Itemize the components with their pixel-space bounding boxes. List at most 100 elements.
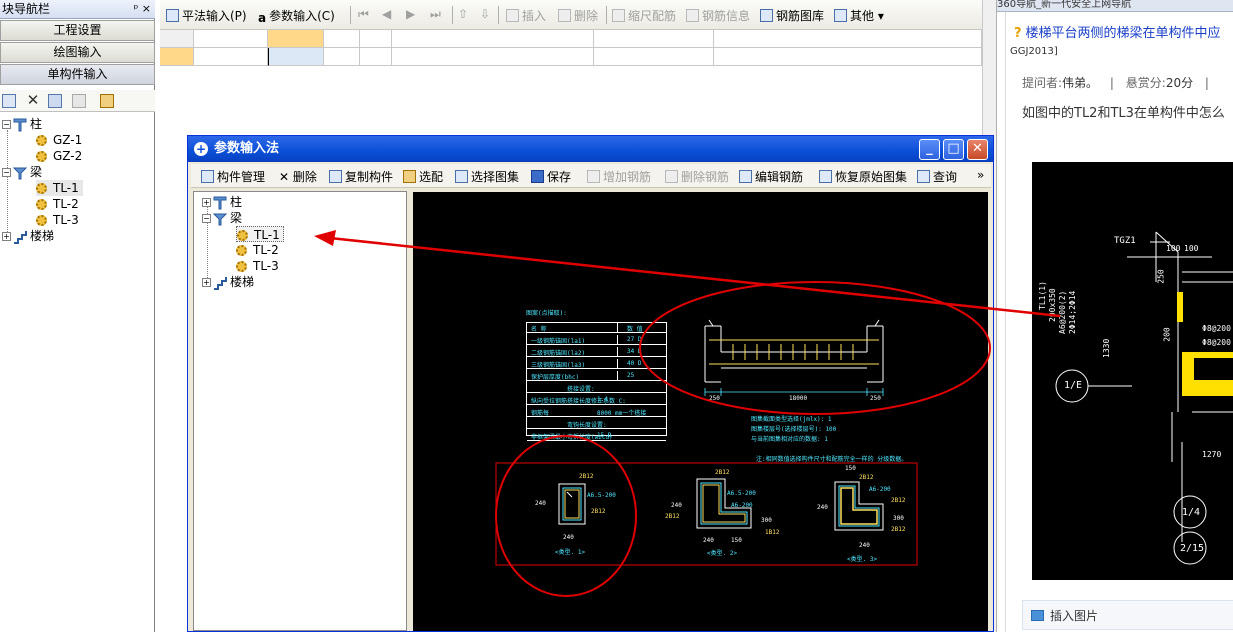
- param-input-icon: a: [258, 11, 267, 25]
- cad-drawing-canvas[interactable]: 图案(点描取): 名 称数 值一级钢筋锚固(la1) 27 D 二级钢筋锚固(la2…: [413, 192, 988, 631]
- cad-note-1: 图集截面类型选择(jmlx): 1: [751, 416, 832, 423]
- dialog-tree-node-stair[interactable]: + 楼梯: [202, 274, 254, 290]
- cad-label-phi8-b: Φ8@200: [1202, 338, 1231, 347]
- param-input-button[interactable]: a 参数输入(C): [258, 7, 335, 25]
- dialog-app-icon: +: [194, 142, 208, 156]
- insert-icon: [506, 9, 519, 22]
- single-component-input-button[interactable]: 单构件输入: [0, 64, 155, 85]
- grid-cell[interactable]: [392, 30, 594, 48]
- tree-item-gz1[interactable]: GZ-1: [36, 132, 82, 148]
- grid-cell[interactable]: [360, 30, 392, 48]
- cad-label-phi8-a: Φ8@200: [1202, 324, 1231, 333]
- grid-cell[interactable]: [194, 48, 268, 66]
- dialog-tree-node-beam[interactable]: − 梁: [202, 210, 242, 226]
- other-menu-button[interactable]: 其他 ▾: [834, 7, 884, 24]
- beam-dim-span: 18000: [789, 395, 808, 402]
- sec3-top-rebar: 2B12: [859, 474, 874, 481]
- grid-cell[interactable]: [594, 30, 714, 48]
- sec2-stirrup-2: A6-200: [731, 502, 753, 509]
- grid-cell[interactable]: [324, 48, 360, 66]
- paste-disabled-icon: [72, 94, 86, 108]
- drawing-input-button[interactable]: 绘图输入: [0, 42, 155, 63]
- rebar-library-button[interactable]: 钢筋图库: [760, 7, 824, 24]
- delete-button: 删除: [558, 7, 598, 24]
- sec3-width: 240: [859, 542, 870, 549]
- save-button[interactable]: 保存: [531, 168, 571, 185]
- restore-atlas-button[interactable]: 恢复原始图集: [819, 168, 907, 185]
- tree-item-tl1[interactable]: TL-1: [36, 180, 83, 196]
- paste-icon[interactable]: [100, 94, 114, 108]
- next-record-icon: ▶: [406, 7, 416, 21]
- dialog-title-bar[interactable]: 参数输入法: [188, 136, 993, 162]
- navigation-panel: 块导航栏 ᵖ × 工程设置 绘图输入 单构件输入 ✕ − 柱 GZ-1 GZ-2 …: [0, 0, 155, 632]
- nav-toolbar: ✕: [0, 90, 155, 112]
- beam-dim-left: 250: [709, 395, 720, 402]
- delete-row-icon: [558, 9, 571, 22]
- remove-rebar-button: 删除钢筋: [665, 168, 729, 185]
- dialog-tree-item-tl2[interactable]: TL-2: [236, 242, 279, 258]
- grid-cell[interactable]: [714, 48, 982, 66]
- toolbar-overflow-icon[interactable]: »: [977, 168, 984, 182]
- list-icon[interactable]: [2, 94, 16, 108]
- maximize-button[interactable]: □: [943, 139, 964, 160]
- flat-input-button[interactable]: 平法输入(P): [166, 7, 247, 24]
- select-atlas-button[interactable]: 选择图集: [455, 168, 519, 185]
- grid-cell[interactable]: [360, 48, 392, 66]
- grid-cell-selected[interactable]: [268, 48, 324, 66]
- move-up-icon: ⇧: [458, 7, 469, 21]
- cad-label-stirrup: A6@200(2): [1058, 290, 1067, 334]
- tree-node-beam[interactable]: − 梁: [2, 164, 42, 180]
- question-title[interactable]: ? 楼梯平台两侧的梯梁在单构件中应: [1014, 22, 1233, 41]
- grid-cell[interactable]: [268, 30, 324, 48]
- nav-pin-close-icons[interactable]: ᵖ ×: [134, 0, 151, 18]
- project-settings-button[interactable]: 工程设置: [0, 20, 155, 41]
- component-gear-icon: [36, 151, 47, 162]
- bounty-value: 20分: [1165, 76, 1194, 90]
- flat-input-icon: [166, 9, 179, 22]
- dialog-tree-item-tl3[interactable]: TL-3: [236, 258, 279, 274]
- tree-node-stair[interactable]: + 楼梯: [2, 228, 54, 244]
- add-rebar-icon: [587, 170, 600, 183]
- minimize-button[interactable]: _: [919, 139, 940, 160]
- scale-rebar-button: 缩尺配筋: [612, 7, 676, 24]
- cad-label-size: 200x350: [1048, 288, 1057, 322]
- asker-name[interactable]: 伟弟。: [1062, 76, 1098, 90]
- grid-cell[interactable]: [160, 30, 194, 48]
- insert-image-button[interactable]: 插入图片: [1022, 600, 1233, 630]
- stair-icon: [214, 276, 227, 290]
- column-icon: [13, 118, 27, 131]
- question-cad-image[interactable]: TGZ1 100 100 250 200 TL1(1) 200x350 A6@2…: [1032, 162, 1233, 580]
- dialog-tree-node-column[interactable]: + 柱: [202, 194, 242, 210]
- component-mgmt-button[interactable]: 构件管理: [201, 168, 265, 185]
- query-icon: [917, 170, 930, 183]
- question-subtitle: GGJ2013]: [1010, 46, 1058, 57]
- tree-item-tl2[interactable]: TL-2: [36, 196, 79, 212]
- browser-tab[interactable]: 360导航_新一代安全上网导航: [997, 0, 1233, 12]
- sec1-height: 240: [535, 500, 546, 507]
- copy-icon[interactable]: [48, 94, 62, 108]
- sec1-top-rebar: 2B12: [579, 473, 594, 480]
- cad-label-1270: 1270: [1202, 450, 1222, 459]
- tree-item-tl3[interactable]: TL-3: [36, 212, 79, 228]
- dialog-delete-button[interactable]: ✕ 删除: [279, 168, 317, 185]
- tree-node-column[interactable]: − 柱: [2, 116, 42, 132]
- component-gear-icon: [237, 230, 248, 241]
- grid-cell[interactable]: [714, 30, 982, 48]
- tree-item-gz2[interactable]: GZ-2: [36, 148, 82, 164]
- query-button[interactable]: 查询: [917, 168, 957, 185]
- dialog-tree-item-tl1[interactable]: TL-1: [236, 226, 284, 242]
- grid-cell[interactable]: [194, 30, 268, 48]
- grid-cell[interactable]: [324, 30, 360, 48]
- copy-component-button[interactable]: 复制构件: [329, 168, 393, 185]
- grid-cell[interactable]: [594, 48, 714, 66]
- grid-cell[interactable]: [392, 48, 594, 66]
- select-button[interactable]: 选配: [403, 168, 443, 185]
- edit-rebar-button[interactable]: 编辑钢筋: [739, 168, 803, 185]
- question-cad-svg: [1055, 231, 1233, 565]
- component-gear-icon: [236, 245, 247, 256]
- close-button[interactable]: ✕: [967, 139, 988, 160]
- grid-cell[interactable]: [160, 48, 194, 66]
- delete-icon[interactable]: ✕: [26, 93, 40, 108]
- beam-elevation-drawing: [704, 319, 884, 383]
- move-down-icon: ⇩: [480, 7, 491, 21]
